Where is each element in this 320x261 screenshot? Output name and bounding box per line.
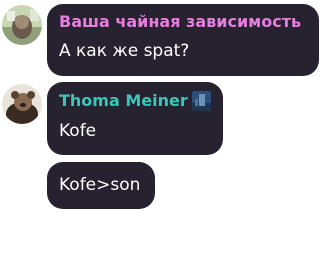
message-bubble[interactable]: Kofe>son — [47, 162, 155, 209]
message-text: Kofe — [59, 121, 97, 141]
avatar-photo-icon — [2, 84, 42, 124]
message-bubble[interactable]: Thoma Meiner Kofe — [47, 82, 223, 155]
sender-name[interactable]: Thoma Meiner — [59, 91, 188, 111]
message-text: Kofe>son — [59, 175, 141, 195]
sender-row: Thoma Meiner — [59, 91, 211, 111]
badge-icon[interactable] — [191, 91, 211, 111]
sender-name[interactable]: Ваша чайная зависимость — [59, 12, 307, 32]
message-bubble[interactable]: Ваша чайная зависимость А как же spat? — [47, 4, 319, 76]
avatar-photo-icon — [2, 5, 42, 45]
avatar[interactable] — [2, 84, 42, 124]
message-text: А как же spat? — [59, 41, 190, 61]
avatar[interactable] — [2, 5, 42, 45]
